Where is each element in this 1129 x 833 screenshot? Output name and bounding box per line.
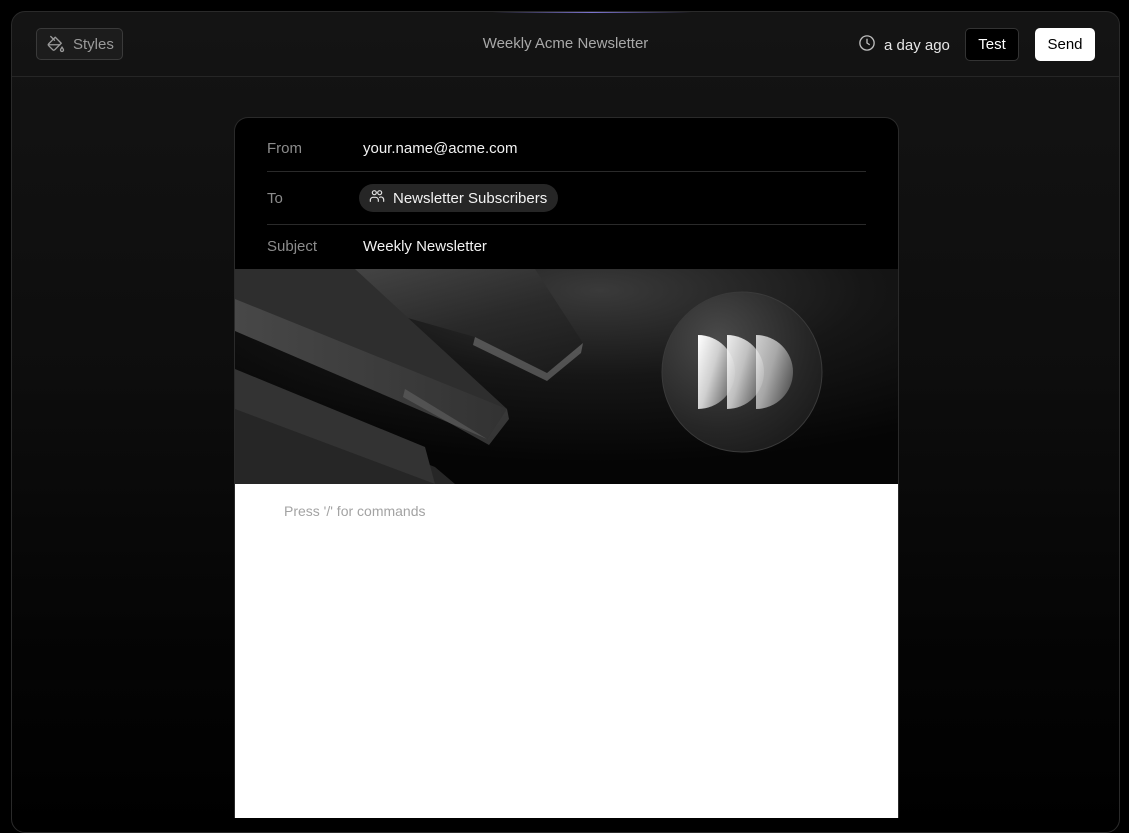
test-button[interactable]: Test <box>965 28 1019 61</box>
subject-row: Subject Weekly Newsletter <box>267 234 866 258</box>
subject-field[interactable]: Weekly Newsletter <box>363 238 487 255</box>
send-button[interactable]: Send <box>1035 28 1095 61</box>
email-body-editor[interactable]: Press '/' for commands <box>235 484 898 818</box>
editor-placeholder: Press '/' for commands <box>284 503 426 519</box>
from-field[interactable]: your.name@acme.com <box>363 140 517 157</box>
divider <box>267 171 866 172</box>
users-icon <box>369 188 385 208</box>
fast-forward-logo <box>698 335 793 409</box>
divider <box>267 224 866 225</box>
email-card: From your.name@acme.com To Newsletter Su… <box>234 117 899 818</box>
recipients-label: Newsletter Subscribers <box>393 189 548 207</box>
to-label: To <box>267 189 283 207</box>
top-toolbar: Styles Weekly Acme Newsletter a day ago … <box>12 12 1119 77</box>
recipients-pill[interactable]: Newsletter Subscribers <box>359 184 559 212</box>
last-saved-text: a day ago <box>884 36 950 54</box>
app-window: Styles Weekly Acme Newsletter a day ago … <box>11 11 1120 833</box>
to-row: To Newsletter Subscribers <box>267 183 866 213</box>
subject-label: Subject <box>267 237 318 255</box>
last-saved: a day ago <box>858 34 950 56</box>
newsletter-banner-image <box>235 269 898 484</box>
clock-icon <box>858 34 876 56</box>
from-row: From your.name@acme.com <box>267 136 866 160</box>
from-label: From <box>267 139 302 157</box>
document-title: Weekly Acme Newsletter <box>482 35 649 52</box>
